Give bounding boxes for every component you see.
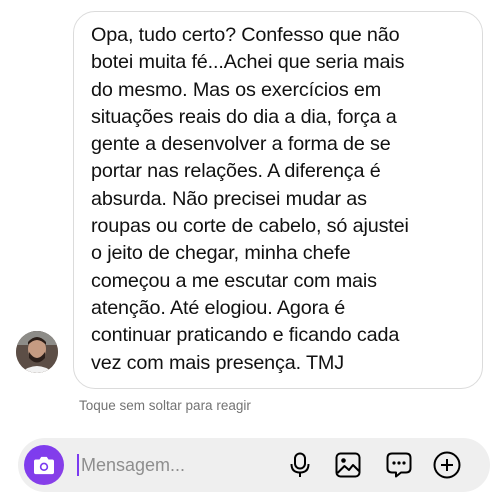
message-bubble[interactable]: Opa, tudo certo? Confesso que não botei … [73,11,483,389]
message-input[interactable] [81,446,281,484]
sticker-chat-icon [386,452,412,478]
gallery-button[interactable] [333,450,363,480]
message-text: Opa, tudo certo? Confesso que não botei … [91,24,409,374]
add-button[interactable] [432,450,462,480]
plus-circle-icon [433,451,461,479]
reaction-hint: Toque sem soltar para reagir [79,398,251,413]
image-icon [335,452,361,478]
microphone-icon [290,452,310,477]
sender-avatar[interactable] [16,331,58,373]
text-caret [77,454,79,476]
avatar-photo [16,331,58,373]
message-composer [18,438,490,492]
sticker-button[interactable] [384,450,414,480]
camera-icon [34,456,54,475]
camera-button[interactable] [24,445,64,485]
microphone-button[interactable] [285,450,315,480]
